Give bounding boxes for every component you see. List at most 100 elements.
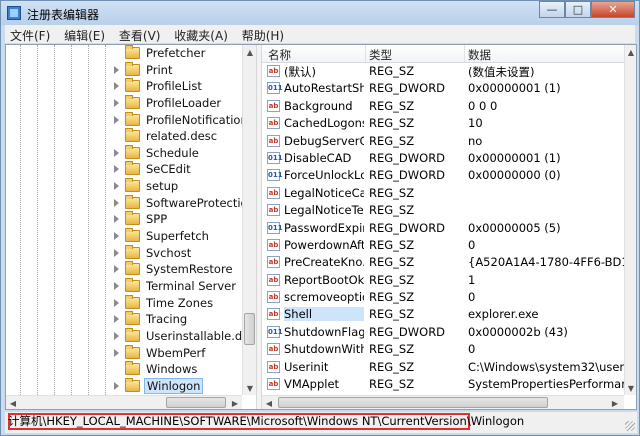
value-row[interactable]: 011 DisableCAD REG_DWORD 0x00000001 (1) bbox=[262, 150, 624, 167]
column-name-header[interactable]: 名称 bbox=[268, 47, 291, 63]
expand-arrow-icon[interactable] bbox=[114, 331, 119, 340]
menu-help[interactable]: 帮助(H) bbox=[237, 25, 289, 44]
scroll-down-arrow-icon[interactable]: ▼ bbox=[243, 381, 256, 395]
scroll-left-arrow-icon[interactable]: ◀ bbox=[6, 396, 20, 409]
tree-scroll-thumb[interactable] bbox=[244, 313, 255, 345]
string-value-icon: ab bbox=[267, 378, 280, 391]
tree-item[interactable]: SystemRestore bbox=[6, 261, 242, 278]
value-row[interactable]: ab DebugServerC... REG_SZ no bbox=[262, 133, 624, 150]
folder-icon bbox=[125, 344, 140, 359]
value-row[interactable]: ab PreCreateKno... REG_SZ {A520A1A4-1780-4F… bbox=[262, 254, 628, 271]
scroll-up-arrow-icon[interactable]: ▲ bbox=[243, 45, 256, 59]
value-row[interactable]: ab scremoveoption REG_SZ 0 bbox=[262, 289, 624, 306]
tree-item[interactable]: WbemPerf bbox=[6, 344, 242, 362]
menu-favorites[interactable]: 收藏夹(A) bbox=[169, 25, 233, 44]
tree-item[interactable]: Svchost bbox=[6, 244, 242, 262]
string-value-icon: ab bbox=[267, 186, 280, 199]
scroll-down-arrow-icon[interactable]: ▼ bbox=[625, 381, 636, 395]
expand-arrow-icon[interactable] bbox=[114, 165, 119, 174]
tree-item[interactable]: Superfetch bbox=[6, 228, 242, 245]
expand-arrow-icon[interactable] bbox=[114, 82, 119, 91]
expand-arrow-icon[interactable] bbox=[114, 298, 119, 307]
value-row[interactable]: ab LegalNoticeCa... REG_SZ bbox=[262, 185, 624, 202]
resize-grip-icon[interactable] bbox=[625, 421, 635, 431]
expand-arrow-icon[interactable] bbox=[114, 115, 119, 124]
close-button[interactable]: ✕ bbox=[591, 1, 635, 18]
value-row[interactable]: ab Userinit REG_SZ C:\Windows\system32\user… bbox=[262, 359, 628, 376]
expand-arrow-icon[interactable] bbox=[114, 315, 119, 324]
tree-item[interactable]: ProfileNotification bbox=[6, 111, 248, 129]
expand-arrow-icon[interactable] bbox=[114, 65, 119, 74]
value-row[interactable]: 011 ShutdownFlags REG_DWORD 0x0000002b (43) bbox=[262, 324, 624, 341]
column-data-header[interactable]: 数据 bbox=[468, 47, 491, 63]
value-row[interactable]: ab Shell REG_SZ explorer.exe bbox=[262, 306, 624, 323]
column-divider[interactable] bbox=[464, 45, 465, 62]
tree-item[interactable]: Tracing bbox=[6, 311, 242, 328]
value-row[interactable]: 011ForceUnlockLo... REG_DWORD 0x00000000 (… bbox=[262, 167, 624, 184]
tree-item[interactable]: SPP bbox=[6, 211, 242, 228]
values-horizontal-scrollbar[interactable]: ◀ ▶ bbox=[262, 395, 624, 409]
window-title: 注册表编辑器 bbox=[27, 8, 100, 22]
value-name: ShutdownFlags bbox=[284, 324, 364, 339]
tree-item[interactable]: SeCEdit bbox=[6, 161, 242, 178]
folder-icon bbox=[125, 244, 140, 259]
column-divider[interactable] bbox=[365, 45, 366, 62]
value-name: Userinit bbox=[284, 359, 329, 374]
folder-icon bbox=[125, 94, 140, 109]
tree-item[interactable]: Winlogon bbox=[6, 377, 242, 395]
tree-item[interactable]: ProfileLoader bbox=[6, 94, 242, 112]
value-row[interactable]: ab CachedLogons... REG_SZ 10 bbox=[262, 115, 624, 132]
menu-view[interactable]: 查看(V) bbox=[114, 25, 166, 44]
expand-arrow-icon[interactable] bbox=[114, 98, 119, 107]
minimize-button[interactable]: — bbox=[539, 1, 565, 18]
value-row[interactable]: ab ReportBootOk REG_SZ 1 bbox=[262, 272, 624, 289]
expand-arrow-icon[interactable] bbox=[114, 182, 119, 191]
tree-item[interactable]: Schedule bbox=[6, 144, 242, 162]
value-row[interactable]: 011AutoRestartShell REG_DWORD 0x00000001 (… bbox=[262, 80, 624, 97]
expand-arrow-icon[interactable] bbox=[114, 348, 119, 357]
value-row[interactable]: ab PowerdownAft... REG_SZ 0 bbox=[262, 237, 624, 254]
value-row[interactable]: 011PasswordExpir... REG_DWORD 0x00000005 (… bbox=[262, 220, 624, 237]
tree-item[interactable]: SoftwareProtectionP bbox=[6, 194, 256, 212]
value-row[interactable]: ab VMApplet REG_SZ SystemPropertiesPerforma… bbox=[262, 376, 628, 393]
scroll-right-arrow-icon[interactable]: ▶ bbox=[228, 396, 242, 409]
tree-item-label: Windows bbox=[146, 362, 198, 377]
scroll-right-arrow-icon[interactable]: ▶ bbox=[608, 396, 622, 409]
value-row[interactable]: ab Background REG_SZ 0 0 0 bbox=[262, 98, 624, 115]
tree-item[interactable]: Print bbox=[6, 61, 242, 79]
expand-arrow-icon[interactable] bbox=[114, 381, 119, 390]
value-row[interactable]: ab ShutdownWith... REG_SZ 0 bbox=[262, 341, 624, 358]
tree-item[interactable]: Prefetcher bbox=[6, 45, 242, 62]
tree-item[interactable]: Windows bbox=[6, 361, 242, 378]
tree-item[interactable]: related.desc bbox=[6, 128, 242, 145]
values-vertical-scrollbar[interactable]: ▲ ▼ bbox=[624, 45, 636, 395]
value-type: REG_SZ bbox=[369, 307, 415, 322]
maximize-button[interactable]: □ bbox=[565, 1, 591, 18]
tree-horizontal-scrollbar[interactable]: ◀ ▶ bbox=[6, 395, 242, 409]
tree-item[interactable]: Terminal Server bbox=[6, 277, 242, 295]
tree-item[interactable]: setup bbox=[6, 178, 242, 195]
tree-item-label: ProfileList bbox=[146, 79, 202, 94]
title-bar[interactable]: 注册表编辑器 — □ ✕ bbox=[1, 1, 639, 25]
scroll-up-arrow-icon[interactable]: ▲ bbox=[625, 45, 636, 59]
tree-vertical-scrollbar[interactable]: ▲ ▼ bbox=[242, 45, 256, 395]
expand-arrow-icon[interactable] bbox=[114, 281, 119, 290]
expand-arrow-icon[interactable] bbox=[114, 148, 119, 157]
value-row[interactable]: ab (默认) REG_SZ (数值未设置) bbox=[262, 63, 624, 80]
tree-item[interactable]: ProfileList bbox=[6, 78, 242, 95]
tree-item[interactable]: Userinstallable.drive bbox=[6, 327, 256, 345]
expand-arrow-icon[interactable] bbox=[114, 198, 119, 207]
expand-arrow-icon[interactable] bbox=[114, 265, 119, 274]
expand-arrow-icon[interactable] bbox=[114, 232, 119, 241]
expand-arrow-icon[interactable] bbox=[114, 248, 119, 257]
expand-arrow-icon[interactable] bbox=[114, 215, 119, 224]
tree-hscroll-thumb[interactable] bbox=[166, 397, 226, 408]
values-hscroll-thumb[interactable] bbox=[278, 397, 548, 408]
tree-item[interactable]: Time Zones bbox=[6, 294, 242, 312]
menu-file[interactable]: 文件(F) bbox=[5, 25, 55, 44]
column-type-header[interactable]: 类型 bbox=[369, 47, 392, 63]
folder-icon bbox=[125, 111, 140, 126]
menu-edit[interactable]: 编辑(E) bbox=[59, 25, 110, 44]
scroll-left-arrow-icon[interactable]: ◀ bbox=[262, 396, 276, 409]
value-row[interactable]: ab LegalNoticeText REG_SZ bbox=[262, 202, 624, 219]
